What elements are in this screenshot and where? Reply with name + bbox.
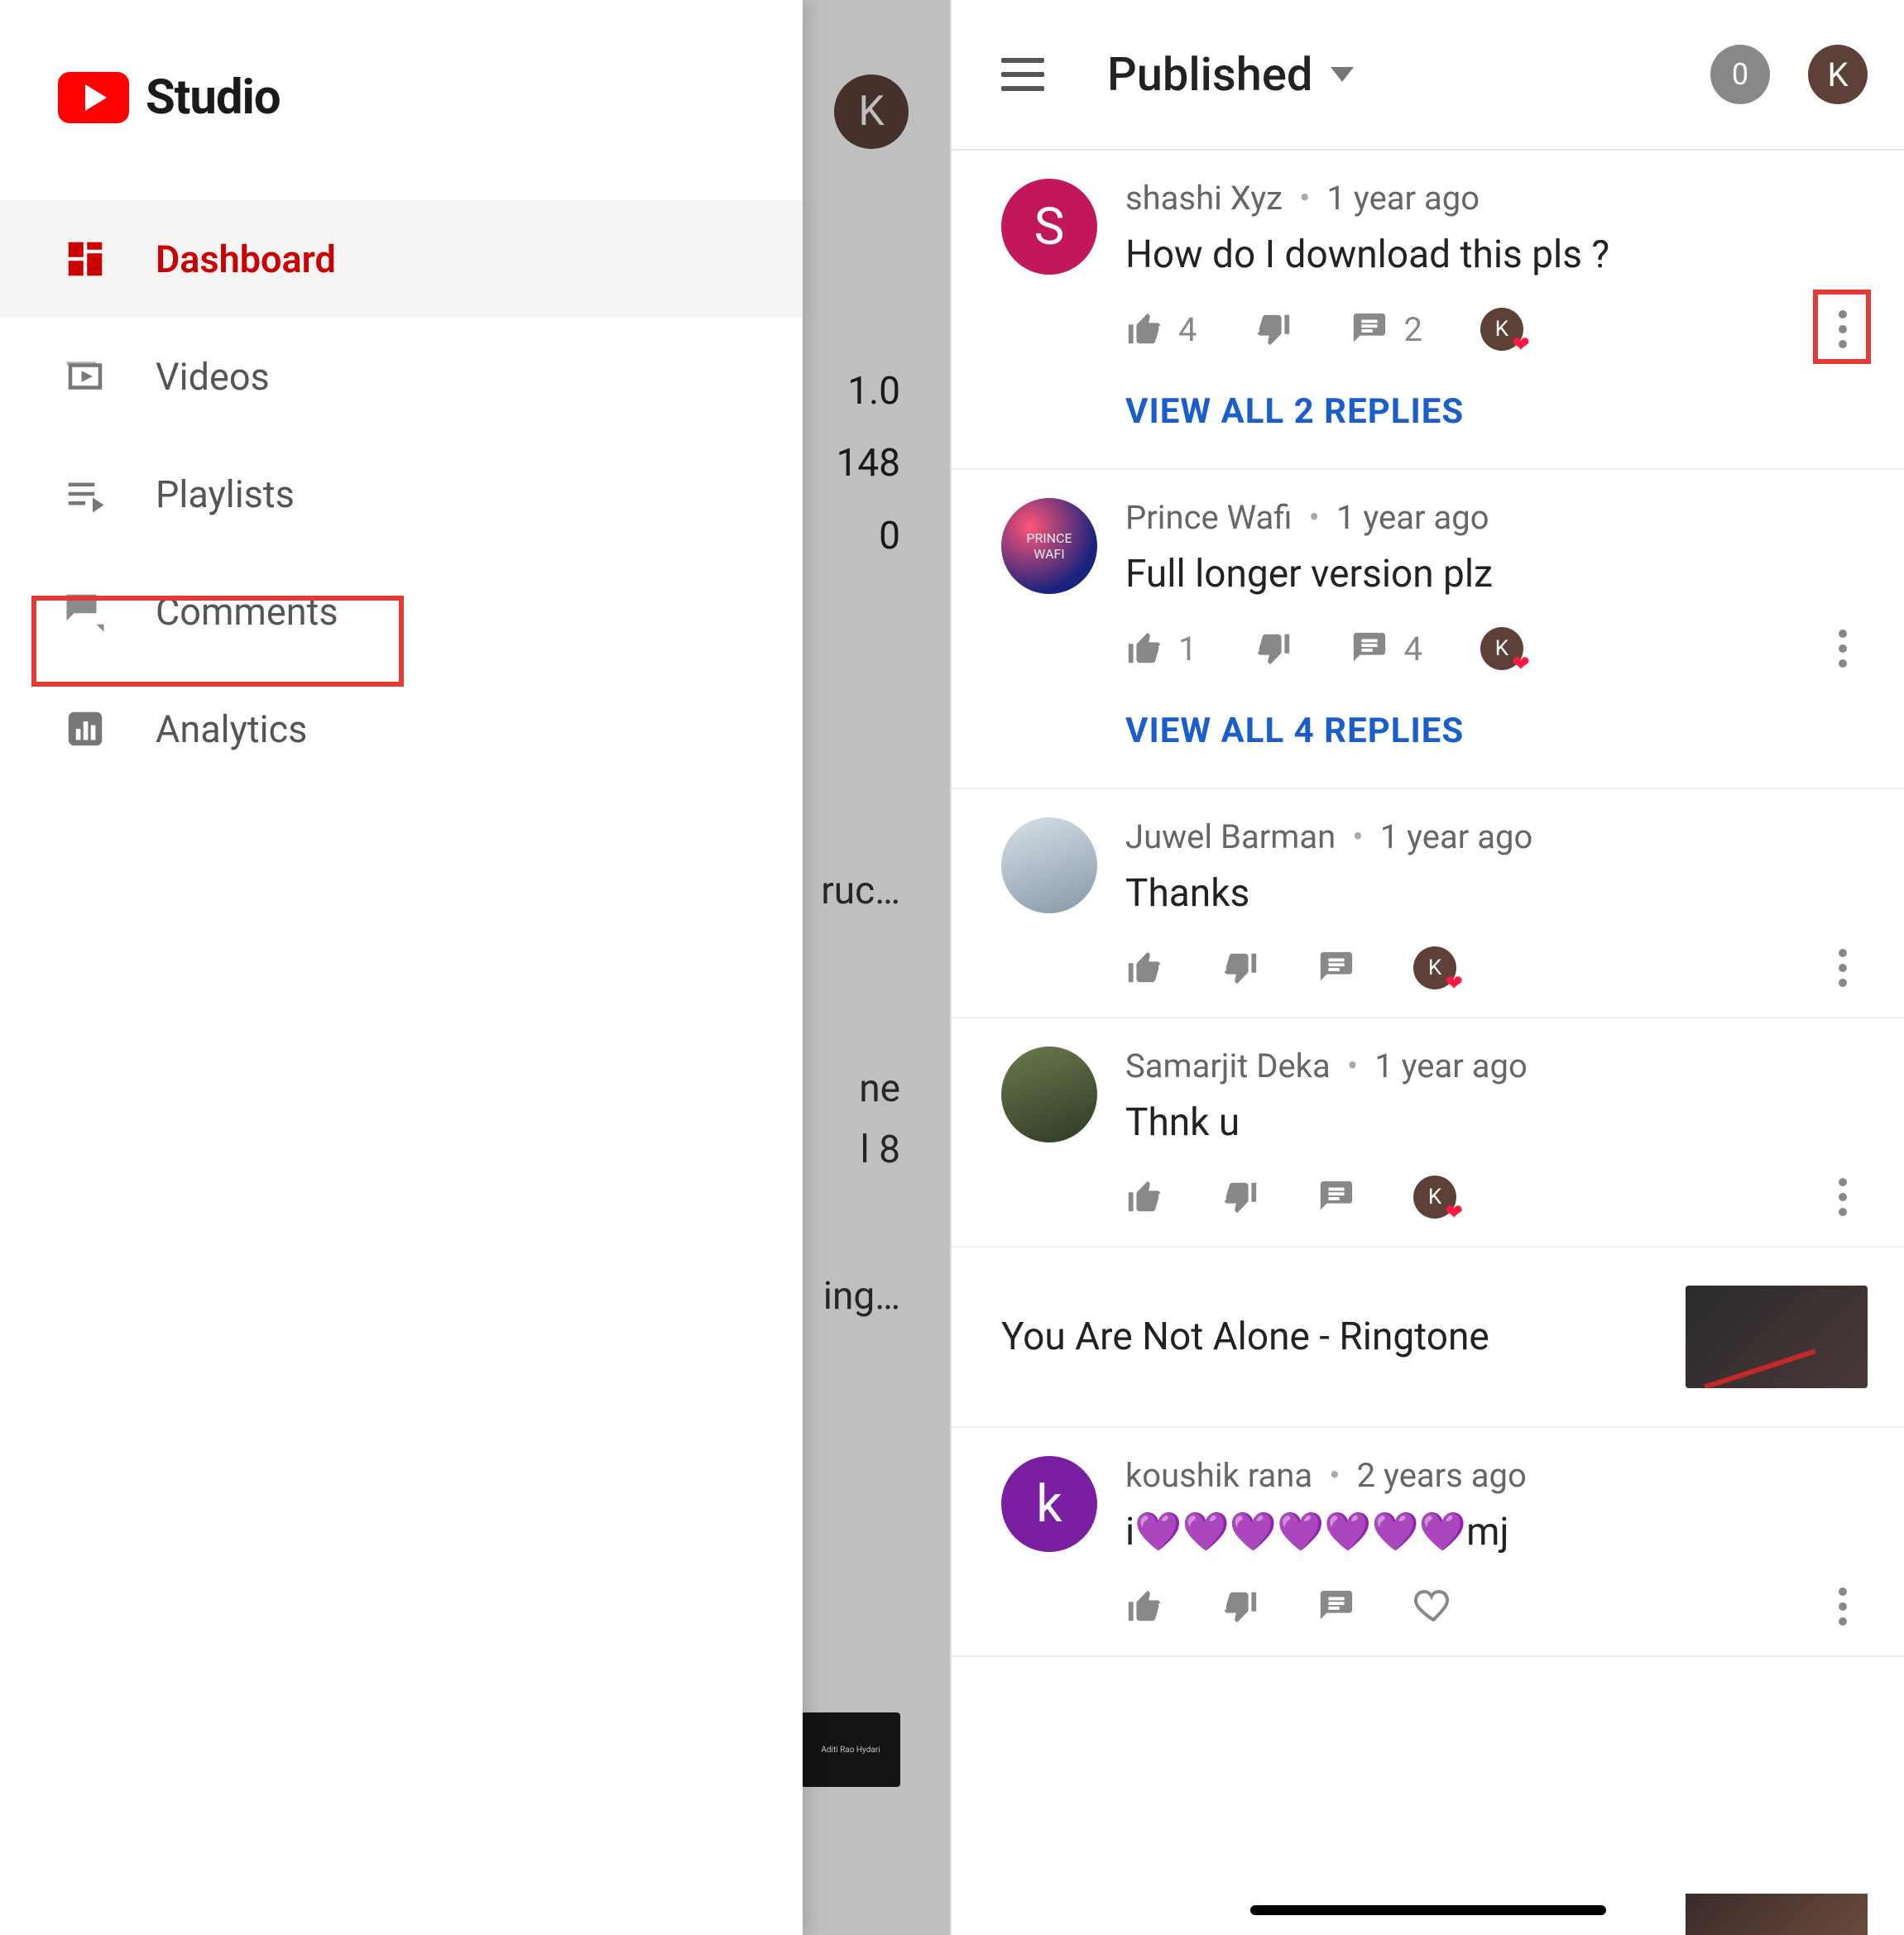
commenter-name[interactable]: Samarjit Deka [1125,1047,1331,1085]
more-options-icon[interactable] [1826,941,1859,995]
comment-time: 1 year ago [1327,179,1480,218]
sidebar-item-playlists[interactable]: Playlists [0,435,803,553]
sidebar-drawer: Studio Dashboard Videos Playlists [0,0,803,1935]
videos-icon [63,354,108,399]
like-count: 4 [1178,310,1197,349]
creator-heart-icon[interactable]: K [1480,308,1523,351]
creator-heart-icon[interactable]: K [1413,946,1456,989]
sidebar-item-label: Videos [156,355,740,399]
comments-list: k koushik rana • 2 years ago i💜💜💜💜💜💜💜mj [952,1428,1904,1657]
comment-meta: shashi Xyz • 1 year ago [1125,179,1868,218]
comment-text: i💜💜💜💜💜💜💜mj [1125,1506,1868,1558]
sidebar-item-videos[interactable]: Videos [0,318,803,435]
comment-item: k koushik rana • 2 years ago i💜💜💜💜💜💜💜mj [952,1428,1904,1657]
view-replies-link[interactable]: VIEW ALL 4 REPLIES [1125,711,1868,751]
comment-meta: Juwel Barman • 1 year ago [1125,817,1868,856]
menu-icon[interactable] [1001,58,1044,91]
reply-count: 2 [1403,310,1422,349]
sidebar-item-label: Dashboard [156,237,740,281]
comments-header: Published 0 K [952,0,1904,151]
filter-dropdown[interactable]: Published [1107,47,1672,102]
commenter-avatar[interactable] [1001,498,1097,594]
heart-icon[interactable] [1413,1585,1453,1628]
reply-button[interactable]: 4 [1350,630,1422,668]
dislike-button[interactable] [1221,1178,1259,1216]
filter-label: Published [1107,47,1312,102]
comments-list: S shashi Xyz • 1 year ago How do I downl… [952,151,1904,1248]
dislike-button[interactable] [1254,630,1293,668]
comment-text: Thanks [1125,868,1868,919]
more-options-icon[interactable] [1826,302,1859,357]
dislike-button[interactable] [1221,949,1259,987]
reply-button[interactable] [1317,949,1355,987]
commenter-avatar[interactable]: S [1001,179,1097,275]
panel-left: K 1.0 148 0 ruc… ne l 8 ing… Aditi Rao H… [0,0,952,1935]
sidebar-item-label: Playlists [156,472,740,516]
account-avatar[interactable]: K [1808,45,1868,104]
like-button[interactable] [1125,1178,1163,1216]
comment-text: Full longer version plz [1125,548,1868,600]
like-count: 1 [1178,630,1197,668]
like-button[interactable]: 1 [1125,630,1197,668]
sidebar-item-analytics[interactable]: Analytics [0,670,803,788]
reply-button[interactable] [1317,1178,1355,1216]
commenter-name[interactable]: shashi Xyz [1125,179,1283,218]
sidebar-item-label: Analytics [156,707,740,751]
comments-icon [63,589,108,634]
more-options-icon[interactable] [1826,1170,1859,1224]
comment-meta: Prince Wafi • 1 year ago [1125,498,1868,537]
comment-text: How do I download this pls ? [1125,229,1868,280]
more-options-icon[interactable] [1826,1579,1859,1634]
video-thumbnail [1686,1286,1868,1388]
reply-button[interactable]: 2 [1350,310,1422,349]
view-replies-link[interactable]: VIEW ALL 2 REPLIES [1125,391,1868,432]
reply-button[interactable] [1317,1588,1355,1626]
like-button[interactable]: 4 [1125,310,1197,349]
comment-time: 1 year ago [1336,498,1489,537]
video-title: You Are Not Alone - Ringtone [1001,1315,1489,1359]
commenter-name[interactable]: koushik rana [1125,1456,1312,1495]
brand-text: Studio [146,69,281,126]
video-section-header[interactable]: You Are Not Alone - Ringtone [952,1248,1904,1428]
comment-text: Thnk u [1125,1097,1868,1148]
commenter-name[interactable]: Juwel Barman [1125,817,1336,856]
comment-item: Prince Wafi • 1 year ago Full longer ver… [952,470,1904,789]
sidebar-item-label: Comments [156,590,740,634]
comment-meta: Samarjit Deka • 1 year ago [1125,1047,1868,1085]
comment-item: S shashi Xyz • 1 year ago How do I downl… [952,151,1904,470]
comment-item: Juwel Barman • 1 year ago Thanks K [952,789,1904,1018]
like-button[interactable] [1125,949,1163,987]
more-options-icon[interactable] [1826,621,1859,676]
like-button[interactable] [1125,1588,1163,1626]
home-indicator [1250,1905,1606,1915]
commenter-avatar[interactable] [1001,1047,1097,1142]
analytics-icon [63,706,108,751]
reply-count: 4 [1403,630,1422,668]
comment-item: Samarjit Deka • 1 year ago Thnk u K [952,1018,1904,1248]
comment-time: 2 years ago [1357,1456,1527,1495]
panel-right: Published 0 K S shashi Xyz • 1 year ago … [952,0,1904,1935]
creator-heart-icon[interactable]: K [1480,627,1523,670]
video-thumbnail-partial [1686,1894,1868,1935]
youtube-icon [58,72,129,123]
commenter-avatar[interactable] [1001,817,1097,913]
commenter-avatar[interactable]: k [1001,1456,1097,1552]
playlists-icon [63,472,108,516]
brand[interactable]: Studio [0,0,803,200]
creator-heart-icon[interactable]: K [1413,1176,1456,1219]
caret-down-icon [1331,67,1354,82]
sidebar-item-comments[interactable]: Comments [0,553,803,670]
dislike-button[interactable] [1221,1588,1259,1626]
commenter-name[interactable]: Prince Wafi [1125,498,1292,537]
dashboard-icon [63,237,108,281]
comment-time: 1 year ago [1374,1047,1528,1085]
held-count-badge[interactable]: 0 [1710,45,1770,104]
comment-time: 1 year ago [1380,817,1533,856]
comment-meta: koushik rana • 2 years ago [1125,1456,1868,1495]
dislike-button[interactable] [1254,310,1293,348]
sidebar-item-dashboard[interactable]: Dashboard [0,200,803,318]
